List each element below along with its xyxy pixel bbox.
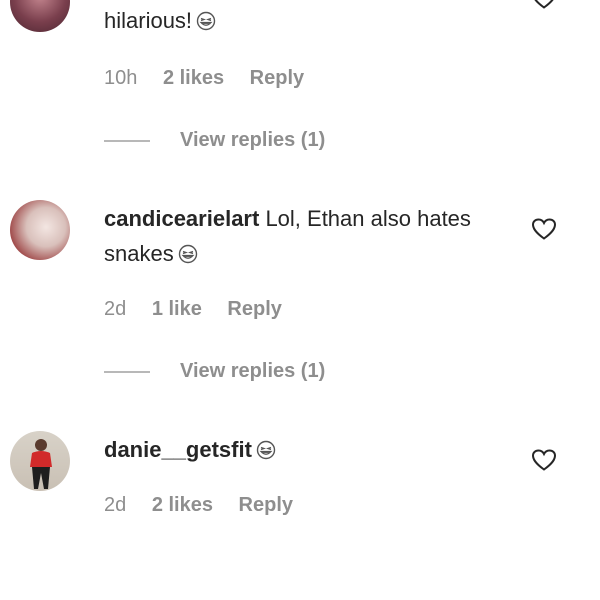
heart-outline-icon[interactable] [531, 0, 557, 10]
avatar[interactable] [10, 0, 70, 32]
replies-divider [104, 370, 150, 373]
replies-divider [104, 139, 150, 142]
comment-time: 2d [104, 494, 127, 516]
grinning-squinting-face-icon [196, 11, 216, 31]
avatar[interactable] [10, 200, 70, 260]
comment-text: hilarious! [104, 3, 504, 38]
avatar-figure [30, 439, 52, 489]
comment-time: 10h [104, 67, 138, 89]
reply-button[interactable]: Reply [227, 298, 281, 321]
heart-outline-icon[interactable] [531, 448, 557, 472]
reply-button[interactable]: Reply [239, 494, 293, 517]
avatar[interactable] [10, 431, 70, 491]
view-replies-button[interactable]: View replies (1) [104, 360, 325, 383]
likes-count[interactable]: 2 likes [163, 67, 224, 90]
comment-body: hilarious! [104, 8, 193, 33]
grinning-squinting-face-icon [178, 244, 197, 264]
comment-meta: 10h 2 likes Reply [104, 67, 304, 90]
reply-button[interactable]: Reply [250, 67, 304, 90]
comment-text: candicearielart Lol, Ethan also hates sn… [104, 201, 504, 271]
view-replies-label: View replies (1) [180, 360, 326, 382]
comment-time: 2d [104, 298, 127, 320]
comment-username[interactable]: danie__getsfit [104, 437, 252, 462]
likes-count[interactable]: 2 likes [152, 494, 213, 517]
heart-outline-icon[interactable] [531, 217, 557, 241]
comment-username[interactable]: candicearielart [104, 206, 259, 231]
view-replies-label: View replies (1) [180, 129, 326, 151]
comment-meta: 2d 2 likes Reply [104, 494, 293, 517]
comment-meta: 2d 1 like Reply [104, 298, 282, 321]
comment-text: danie__getsfit [104, 432, 504, 467]
grinning-squinting-face-icon [256, 440, 276, 460]
view-replies-button[interactable]: View replies (1) [104, 129, 325, 152]
likes-count[interactable]: 1 like [152, 298, 202, 321]
